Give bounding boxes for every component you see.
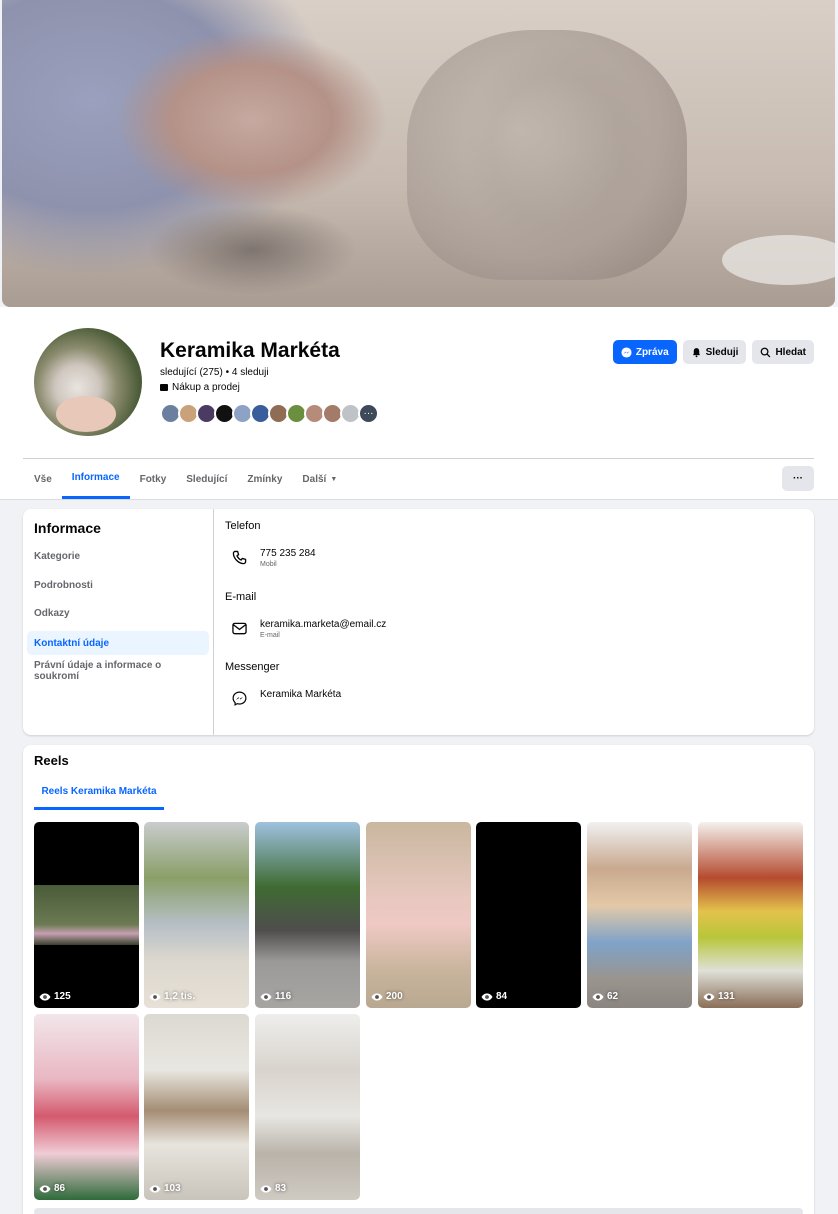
page-category-label: Nákup a prodej [172, 382, 240, 393]
following-button-label: Sleduji [705, 346, 739, 358]
eye-icon [149, 1185, 161, 1192]
reel-thumbnail[interactable]: 131 [698, 822, 803, 1008]
more-followers-button[interactable]: ··· [358, 403, 379, 424]
reel-views-count: 86 [54, 1183, 66, 1194]
reel-views-count: 62 [607, 991, 619, 1002]
email-address: keramika.marketa@email.cz [260, 619, 387, 630]
reel-views: 1,2 tis. [149, 991, 195, 1002]
reel-views: 200 [371, 991, 403, 1002]
eye-icon [703, 993, 715, 1000]
profile-tabs: Vše Informace Fotky Sledující Zmínky Dal… [23, 459, 347, 499]
reel-thumbnail[interactable]: 83 [255, 1014, 360, 1200]
eye-icon [39, 1185, 51, 1192]
reel-views: 125 [39, 991, 71, 1002]
about-nav: Informace Kategorie Podrobnosti Odkazy K… [23, 509, 214, 735]
tab-photos[interactable]: Fotky [130, 459, 177, 499]
messenger-icon [621, 346, 632, 358]
messenger-section-title: Messenger [225, 661, 280, 673]
more-options-button[interactable]: ··· [782, 466, 814, 491]
header-actions: Zpráva Sleduji Hledat [612, 340, 814, 364]
reel-views-count: 84 [496, 991, 508, 1002]
reel-views: 84 [481, 991, 507, 1002]
about-card: Informace Kategorie Podrobnosti Odkazy K… [23, 509, 814, 735]
phone-number: 775 235 284 [260, 548, 316, 559]
tab-more[interactable]: Další ▼ [292, 459, 347, 499]
about-nav-contact[interactable]: Kontaktní údaje [27, 631, 209, 655]
page-category: Nákup a prodej [160, 382, 240, 393]
reel-views: 86 [39, 1183, 65, 1194]
contact-details: Telefon 775 235 284 Mobil E-mail keramik… [225, 509, 814, 735]
reel-views-count: 103 [164, 1183, 181, 1194]
search-button[interactable]: Hledat [752, 340, 814, 364]
reel-thumbnail[interactable]: 200 [366, 822, 471, 1008]
following-button[interactable]: Sleduji [682, 340, 747, 364]
tab-more-label: Další [302, 473, 327, 485]
cover-photo[interactable] [2, 0, 835, 307]
message-button[interactable]: Zpráva [612, 340, 677, 364]
about-nav-legal[interactable]: Právní údaje a informace o soukromí [27, 659, 209, 683]
messenger-name: Keramika Markéta [260, 689, 342, 700]
eye-icon [481, 993, 493, 1000]
reel-views: 131 [703, 991, 735, 1002]
reel-thumbnail[interactable]: 125 [34, 822, 139, 1008]
about-nav-category[interactable]: Kategorie [27, 544, 209, 568]
phone-icon [227, 548, 251, 566]
reel-views-count: 200 [386, 991, 403, 1002]
reels-title: Reels [34, 753, 69, 768]
reel-views-count: 116 [275, 991, 292, 1002]
phone-section-title: Telefon [225, 520, 261, 532]
mail-icon [227, 619, 251, 637]
tab-followers[interactable]: Sledující [176, 459, 237, 499]
cover-plate-shape [722, 235, 835, 285]
bell-icon [692, 347, 700, 357]
messenger-icon [227, 689, 251, 707]
email-type: E-mail [260, 632, 280, 639]
reel-views-count: 83 [275, 1183, 287, 1194]
page-title: Keramika Markéta [160, 339, 340, 362]
followers-count[interactable]: sledující (275) • 4 sleduji [160, 367, 269, 378]
eye-icon [371, 993, 383, 1000]
tab-mentions[interactable]: Zmínky [237, 459, 292, 499]
reel-views-count: 131 [718, 991, 735, 1002]
profile-header: Keramika Markéta sledující (275) • 4 sle… [0, 307, 838, 500]
messenger-row[interactable]: Keramika Markéta [225, 689, 341, 707]
reel-views: 103 [149, 1183, 181, 1194]
email-section-title: E-mail [225, 591, 257, 603]
see-all-button[interactable] [34, 1208, 803, 1214]
reel-views-count: 125 [54, 991, 71, 1002]
reel-thumbnail[interactable]: 116 [255, 822, 360, 1008]
reel-views: 116 [260, 991, 291, 1002]
reel-thumbnail[interactable]: 1,2 tis. [144, 822, 249, 1008]
about-nav-links[interactable]: Odkazy [27, 601, 209, 625]
follower-avatars[interactable]: ··· [160, 403, 379, 424]
reel-thumbnail[interactable]: 84 [476, 822, 581, 1008]
eye-icon [149, 993, 161, 1000]
reel-thumbnail[interactable]: 103 [144, 1014, 249, 1200]
about-nav-details[interactable]: Podrobnosti [27, 573, 209, 597]
reel-thumbnail[interactable]: 86 [34, 1014, 139, 1200]
phone-row[interactable]: 775 235 284 Mobil [225, 548, 316, 568]
eye-icon [39, 993, 51, 1000]
message-button-label: Zpráva [635, 346, 669, 358]
search-icon [761, 347, 771, 357]
reel-views: 83 [260, 1183, 286, 1194]
search-button-label: Hledat [775, 346, 806, 358]
eye-icon [592, 993, 604, 1000]
email-row[interactable]: keramika.marketa@email.cz E-mail [225, 619, 386, 639]
phone-type: Mobil [260, 561, 277, 568]
tab-all[interactable]: Vše [23, 459, 62, 499]
cover-pot-shape [407, 30, 687, 280]
reel-thumbnail[interactable]: 62 [587, 822, 692, 1008]
shopping-bag-icon [160, 384, 168, 391]
reel-views-count: 1,2 tis. [164, 991, 196, 1002]
tab-about[interactable]: Informace [61, 459, 130, 499]
eye-icon [260, 993, 272, 1000]
about-title: Informace [34, 520, 101, 536]
reel-views: 62 [592, 991, 618, 1002]
caret-down-icon: ▼ [330, 475, 338, 483]
tab-reels[interactable]: Reels Keramika Markéta [34, 775, 164, 810]
reels-card: Reels Reels Keramika Markéta 125 1,2 tis.… [23, 745, 814, 1214]
profile-avatar[interactable] [31, 325, 145, 439]
eye-icon [260, 1185, 272, 1192]
